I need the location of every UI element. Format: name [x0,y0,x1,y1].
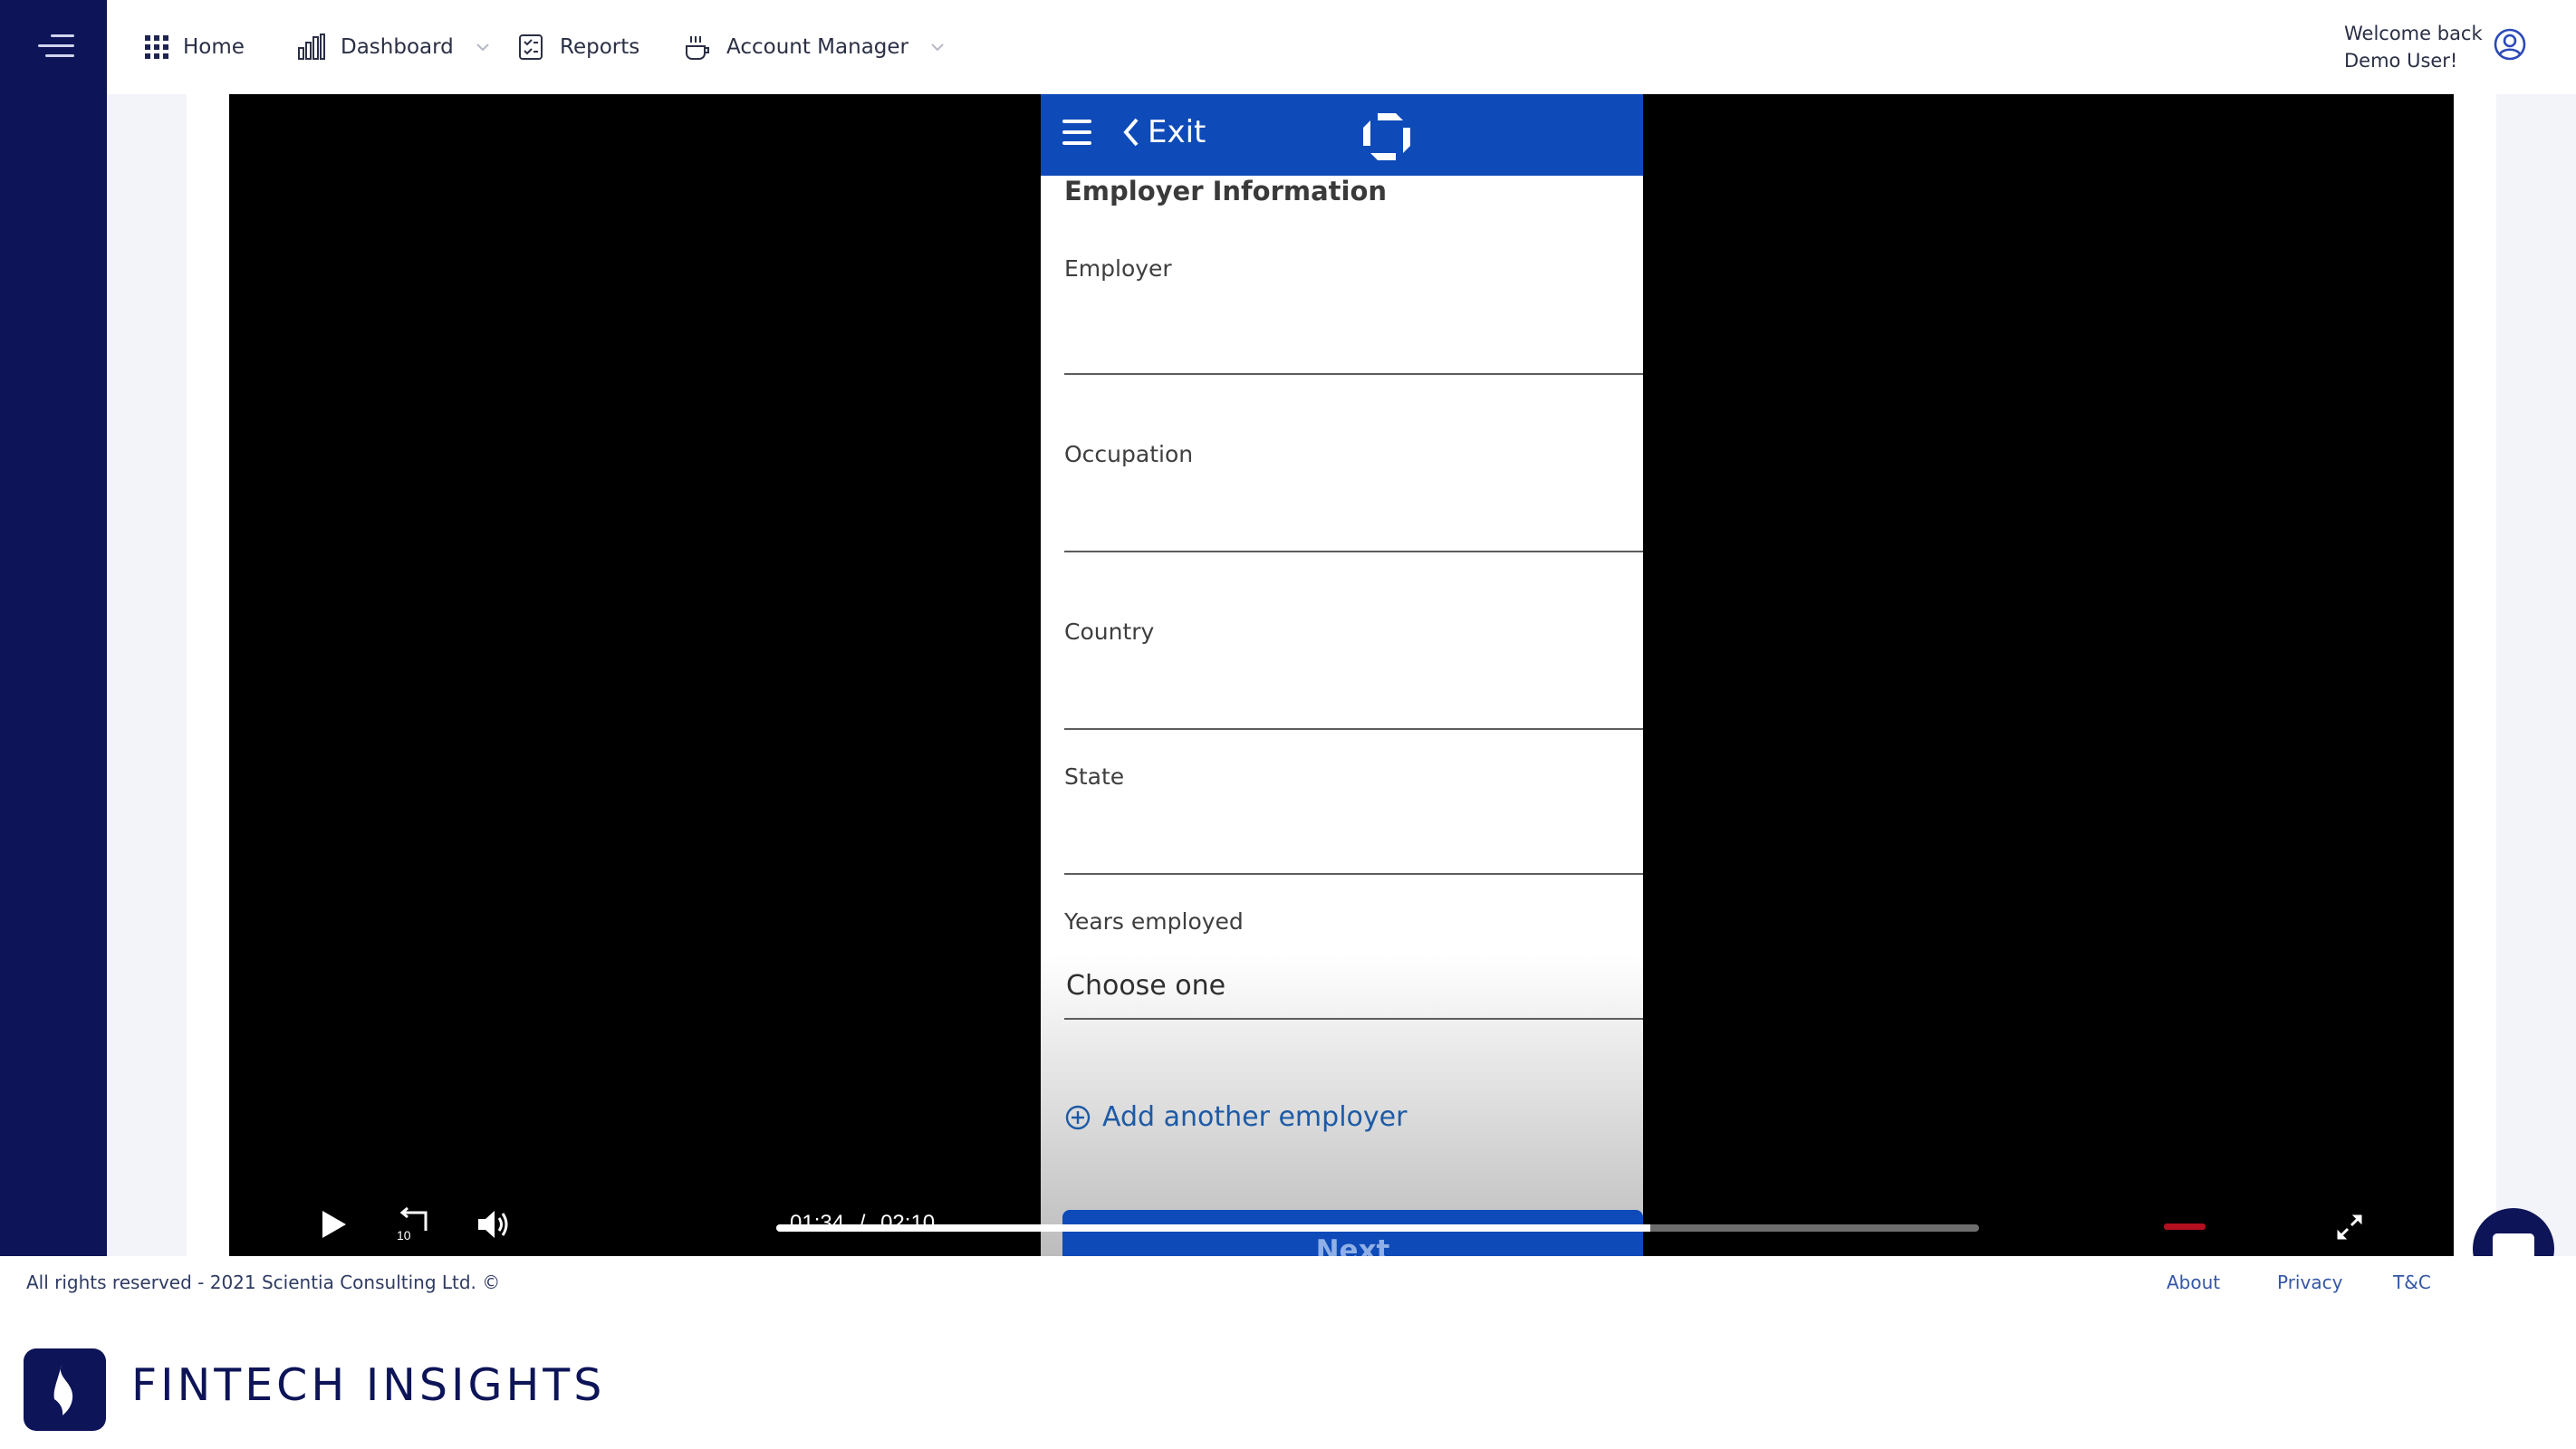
years-employed-label: Years employed [1064,908,1244,935]
chevron-down-icon [931,43,944,52]
nav-dashboard-label: Dashboard [341,35,454,59]
video-frame-phone-screen: Exit Employer Information Employer Occup… [1041,94,1643,1256]
top-navbar: Home Dashboard Reports Account Manager W… [107,0,2576,94]
nav-account-manager[interactable]: Account Manager [683,27,945,67]
video-player[interactable]: Exit Employer Information Employer Occup… [229,94,2454,1256]
nav-home-label: Home [183,35,245,59]
brand-logo [24,1348,106,1431]
occupation-label: Occupation [1064,441,1194,467]
report-icon [519,34,543,60]
add-employer-label: Add another employer [1102,1101,1408,1133]
rewind-10-icon[interactable]: 10 [395,1207,431,1242]
employer-field [1064,373,1643,375]
flame-logo-icon [53,1365,73,1415]
chevron-left-icon [1123,118,1139,147]
user-circle-icon[interactable] [2493,27,2527,62]
grid-icon [145,35,168,59]
video-progress-bar[interactable] [776,1224,1979,1232]
employer-label: Employer [1064,255,1172,282]
footer-link-privacy[interactable]: Privacy [2277,1271,2342,1293]
svg-text:10: 10 [397,1228,411,1242]
play-icon[interactable] [319,1209,348,1240]
hamburger-icon [1062,120,1091,147]
video-time: 01:34 / 02:10 [790,1211,935,1236]
occupation-field [1064,551,1643,552]
chevron-down-icon [476,43,489,52]
player-brand-mark [2164,1223,2206,1230]
video-progress-fill [776,1224,1651,1232]
exit-label: Exit [1148,114,1206,150]
footer-link-terms[interactable]: T&C [2393,1271,2431,1293]
section-title: Employer Information [1064,176,1388,206]
phone-header: Exit [1041,94,1643,176]
years-employed-value: Choose one [1066,970,1226,1002]
exit-link: Exit [1122,114,1206,150]
add-employer-link: Add another employer [1064,1101,1407,1133]
bank-octagon-logo [1363,113,1410,160]
years-employed-field [1064,1018,1643,1020]
bar-chart-icon [298,34,325,60]
fullscreen-icon[interactable] [2335,1213,2364,1242]
brand-name: FINTECH INSIGHTS [131,1359,606,1411]
state-field [1064,873,1643,875]
volume-icon[interactable] [476,1209,513,1240]
account-manager-icon [686,36,709,60]
hamburger-icon[interactable] [33,31,74,62]
copyright-text: All rights reserved - 2021 Scientia Cons… [26,1271,501,1293]
footer: All rights reserved - 2021 Scientia Cons… [0,1256,2576,1449]
country-field [1064,728,1643,730]
nav-reports-label: Reports [560,35,640,59]
welcome-message: Welcome back Demo User! [2344,20,2489,74]
nav-account-manager-label: Account Manager [726,35,908,59]
footer-link-about[interactable]: About [2167,1271,2220,1293]
welcome-line-1: Welcome back [2344,23,2483,44]
nav-home[interactable]: Home [145,27,245,67]
side-rail [0,0,107,1256]
nav-dashboard[interactable]: Dashboard [297,27,490,67]
state-label: State [1064,763,1125,790]
country-label: Country [1064,619,1155,645]
nav-reports[interactable]: Reports [518,27,639,67]
welcome-line-2: Demo User! [2344,50,2458,72]
next-button: Next [1062,1210,1643,1256]
plus-circle-icon [1065,1105,1091,1129]
